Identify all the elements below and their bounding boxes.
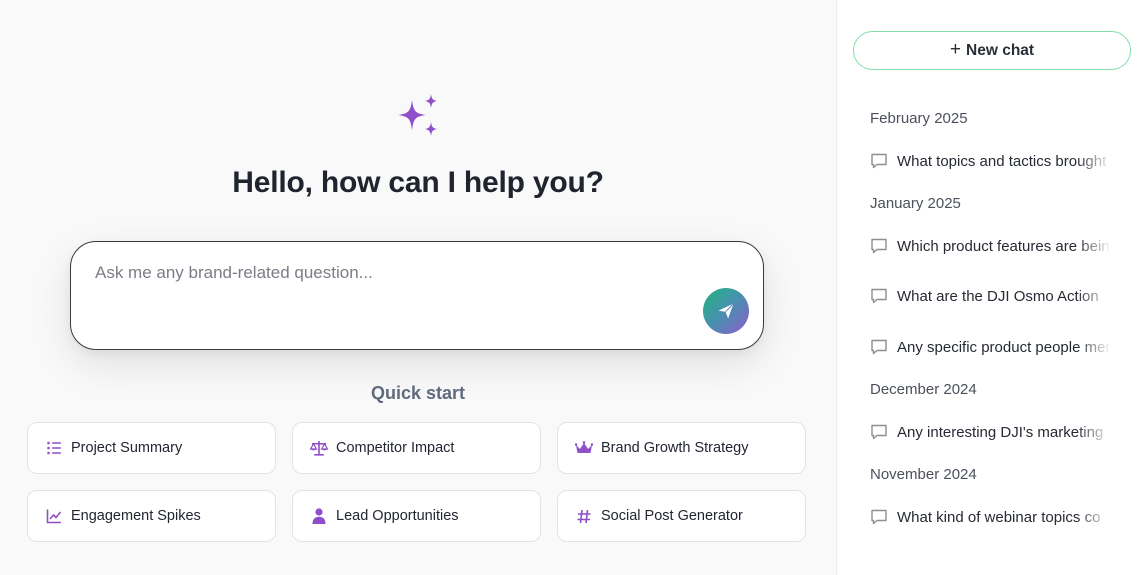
quick-start-competitor-impact[interactable]: Competitor Impact — [292, 422, 541, 474]
quick-start-label: Lead Opportunities — [336, 508, 459, 524]
quick-start-label: Engagement Spikes — [71, 508, 201, 524]
send-icon — [718, 303, 734, 319]
chat-bubble-icon — [871, 339, 887, 355]
new-chat-button[interactable]: + New chat — [853, 31, 1131, 70]
chat-title: What topics and tactics brought — [897, 152, 1107, 170]
chat-bubble-icon — [871, 238, 887, 254]
quick-start-project-summary[interactable]: Project Summary — [27, 422, 276, 474]
quick-start-label: Project Summary — [71, 440, 183, 456]
month-header: November 2024 — [870, 466, 977, 483]
chat-title: Any specific product people men — [897, 338, 1111, 356]
main-panel: Hello, how can I help you? Quick start P… — [0, 0, 836, 575]
quick-start-label: Competitor Impact — [336, 440, 455, 456]
greeting-heading: Hello, how can I help you? — [232, 166, 604, 199]
chat-history-item[interactable]: What are the DJI Osmo Action — [870, 284, 1140, 308]
month-header: January 2025 — [870, 195, 961, 212]
chat-history-item[interactable]: Any specific product people men — [870, 335, 1140, 359]
quick-start-lead-opportunities[interactable]: Lead Opportunities — [292, 490, 541, 542]
chat-history-sidebar: + New chat February 2025 What topics and… — [836, 0, 1140, 575]
scale-icon — [310, 439, 328, 457]
prompt-box — [70, 241, 764, 350]
chat-history-item[interactable]: What topics and tactics brought — [870, 149, 1140, 173]
quick-start-label: Brand Growth Strategy — [601, 440, 749, 456]
hashtag-icon — [575, 507, 593, 525]
chat-title: What are the DJI Osmo Action — [897, 287, 1099, 305]
chat-title: Which product features are being — [897, 237, 1111, 255]
chat-bubble-icon — [871, 424, 887, 440]
chat-bubble-icon — [871, 153, 887, 169]
month-header: February 2025 — [870, 110, 968, 127]
chat-history-item[interactable]: What kind of webinar topics co — [870, 505, 1140, 529]
quick-start-title: Quick start — [370, 383, 466, 403]
list-icon — [45, 439, 63, 457]
quick-start-engagement-spikes[interactable]: Engagement Spikes — [27, 490, 276, 542]
quick-start-brand-growth-strategy[interactable]: Brand Growth Strategy — [557, 422, 806, 474]
chat-history-item[interactable]: Any interesting DJI's marketing — [870, 420, 1140, 444]
quick-start-social-post-generator[interactable]: Social Post Generator — [557, 490, 806, 542]
send-button[interactable] — [703, 288, 749, 334]
chat-bubble-icon — [871, 509, 887, 525]
plus-icon: + — [949, 38, 962, 60]
person-icon — [310, 507, 328, 525]
month-header: December 2024 — [870, 381, 977, 398]
new-chat-label: New chat — [966, 41, 1035, 59]
chat-title: What kind of webinar topics co — [897, 508, 1101, 526]
chart-line-icon — [45, 507, 63, 525]
chat-title: Any interesting DJI's marketing — [897, 423, 1104, 441]
crown-icon — [575, 439, 593, 457]
prompt-input[interactable] — [95, 258, 695, 288]
sparkles-icon — [398, 94, 437, 136]
quick-start-label: Social Post Generator — [601, 508, 743, 524]
chat-history-item[interactable]: Which product features are being — [870, 234, 1140, 258]
chat-bubble-icon — [871, 288, 887, 304]
